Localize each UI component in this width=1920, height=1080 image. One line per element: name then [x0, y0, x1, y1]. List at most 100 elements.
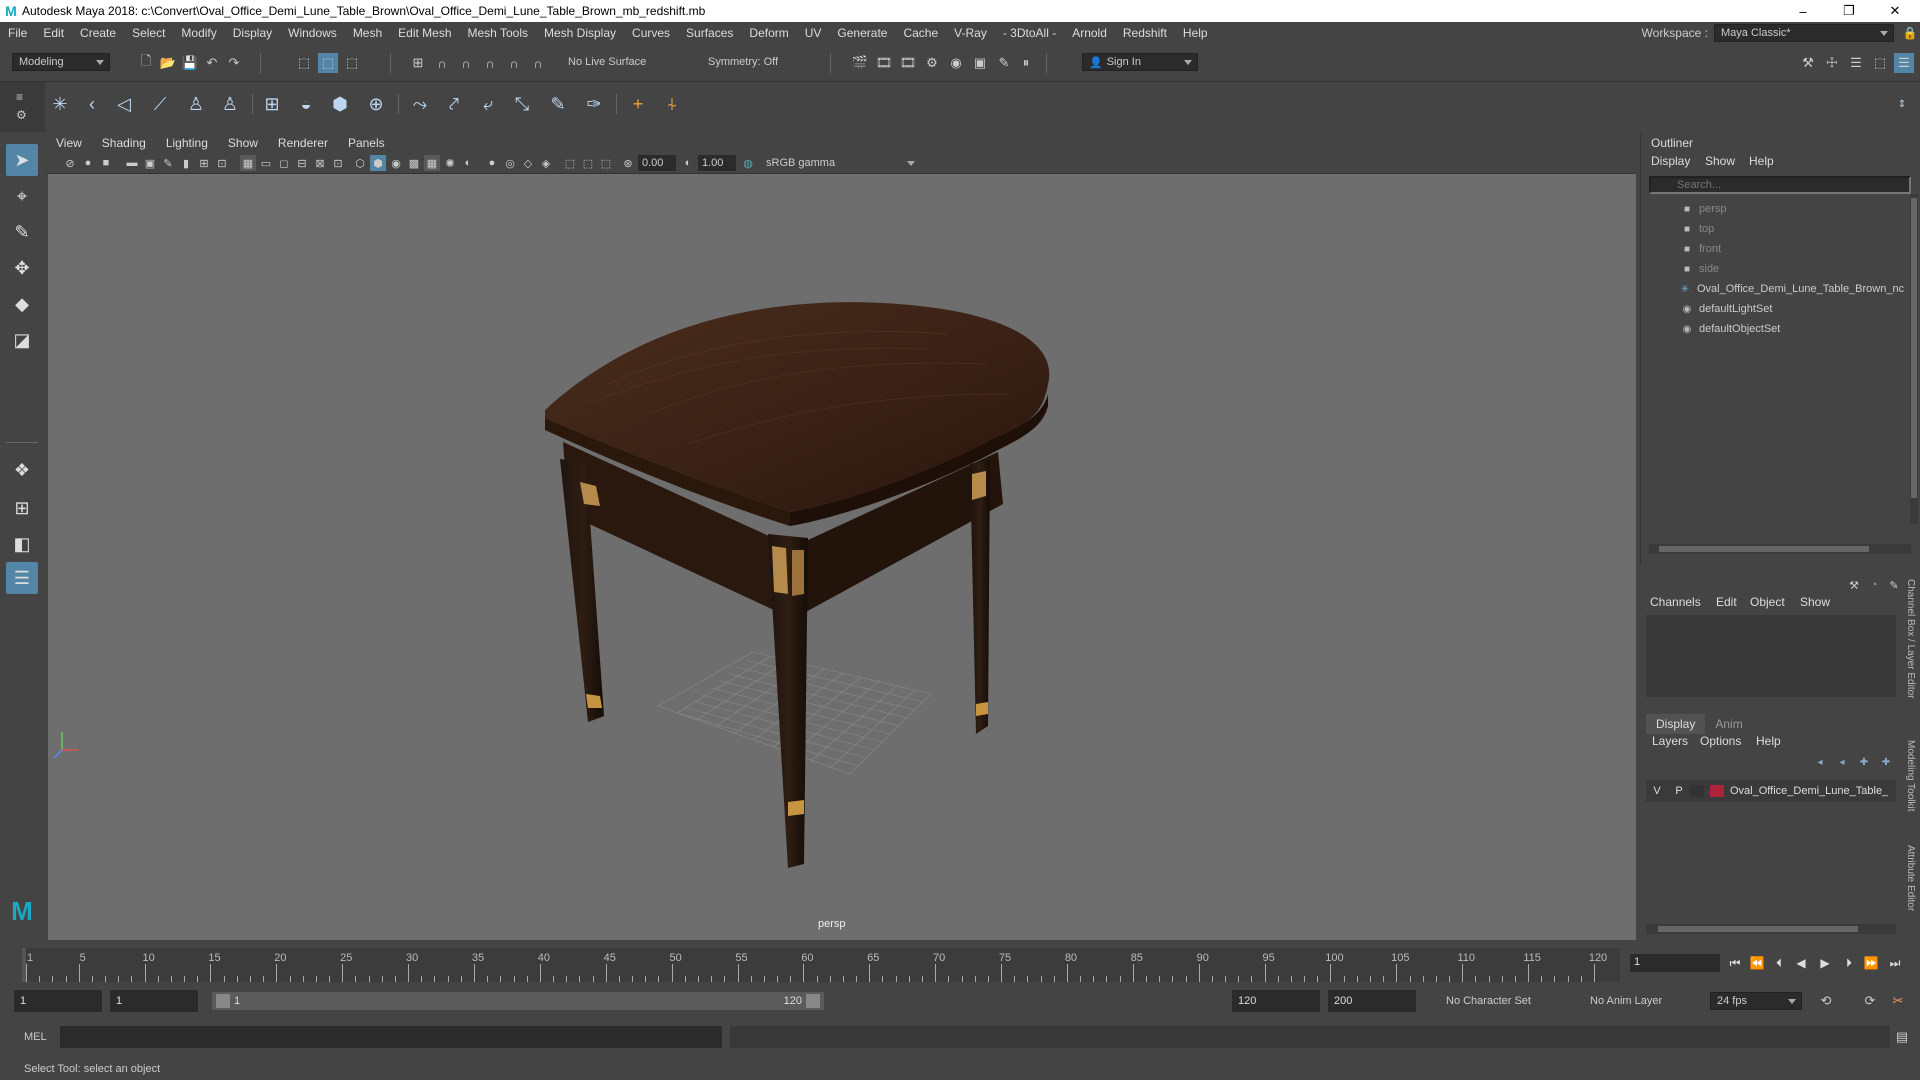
- tab-display[interactable]: Display: [1646, 714, 1706, 734]
- layers-hscrollbar[interactable]: [1646, 924, 1896, 934]
- menu-uv[interactable]: UV: [797, 26, 830, 40]
- outliner-menu-help[interactable]: Help: [1749, 154, 1774, 168]
- render-frame-icon[interactable]: 🎬: [850, 53, 870, 73]
- gamma-icon[interactable]: ◐: [680, 155, 696, 171]
- snap-point-icon[interactable]: ∩: [456, 53, 476, 73]
- outliner-menu-show[interactable]: Show: [1705, 154, 1735, 168]
- maximize-button[interactable]: ❐: [1826, 0, 1872, 22]
- go-to-end-icon[interactable]: ⏭: [1886, 954, 1904, 972]
- shelf-tab-handle[interactable]: ≡ ⚙: [0, 82, 45, 132]
- menu-curves[interactable]: Curves: [624, 26, 678, 40]
- menu-mesh-tools[interactable]: Mesh Tools: [460, 26, 536, 40]
- ambient-occlusion-icon[interactable]: ◐: [460, 155, 476, 171]
- cluster-icon[interactable]: ⊞: [258, 90, 286, 118]
- select-object-icon[interactable]: ⬚: [318, 53, 338, 73]
- snap-view-icon[interactable]: ∩: [480, 53, 500, 73]
- save-scene-icon[interactable]: 💾: [180, 53, 200, 73]
- close-button[interactable]: ✕: [1872, 0, 1918, 22]
- camera-bookmark-icon[interactable]: ▮: [178, 155, 194, 171]
- script-editor-icon[interactable]: ▤: [1892, 1027, 1912, 1047]
- channel-box-lock-icon[interactable]: ⚒: [1844, 575, 1864, 595]
- current-frame-field[interactable]: 1: [1630, 954, 1720, 972]
- create-locator-icon[interactable]: ✳: [46, 90, 74, 118]
- grease-pencil-icon[interactable]: ✎: [160, 155, 176, 171]
- viewport-menu-panels[interactable]: Panels: [338, 136, 395, 150]
- snap-curve-icon[interactable]: ∩: [432, 53, 452, 73]
- command-input[interactable]: [60, 1026, 722, 1048]
- menu-generate[interactable]: Generate: [829, 26, 895, 40]
- attribute-editor-toggle-icon[interactable]: ☰: [1846, 53, 1866, 73]
- textured-icon[interactable]: ▩: [406, 155, 422, 171]
- outliner-vscrollbar[interactable]: [1910, 194, 1918, 524]
- safe-title-icon[interactable]: ⊡: [330, 155, 346, 171]
- fps-dropdown[interactable]: 24 fps: [1710, 992, 1802, 1010]
- menu-cache[interactable]: Cache: [895, 26, 946, 40]
- outliner-item[interactable]: ■ persp: [1681, 200, 1911, 218]
- play-backward-icon[interactable]: ◀: [1792, 954, 1810, 972]
- animation-start-field[interactable]: 1: [14, 990, 102, 1012]
- hypershade-icon[interactable]: ◉: [946, 53, 966, 73]
- script-language-label[interactable]: MEL: [24, 1031, 47, 1043]
- open-scene-icon[interactable]: 📂: [158, 53, 178, 73]
- playback-end-field[interactable]: 120: [1232, 990, 1320, 1012]
- channel-menu-show[interactable]: Show: [1800, 595, 1830, 609]
- move-tool-icon[interactable]: ✥: [6, 252, 38, 284]
- layer-playback-toggle[interactable]: P: [1668, 785, 1690, 797]
- layer-type-toggle[interactable]: [1690, 785, 1704, 797]
- menu-edit[interactable]: Edit: [35, 26, 72, 40]
- two-view-layout-icon[interactable]: ◧: [6, 528, 38, 560]
- constraint-aim-icon[interactable]: ⍭: [658, 90, 686, 118]
- outliner-item[interactable]: ◉ defaultLightSet: [1681, 300, 1911, 318]
- channel-menu-channels[interactable]: Channels: [1650, 595, 1701, 609]
- bind-skin-icon[interactable]: ⟋: [146, 90, 174, 118]
- color-management-icon[interactable]: ◍: [740, 155, 756, 171]
- menu-3dtoall[interactable]: - 3DtoAll -: [995, 26, 1064, 40]
- motion-blur-icon[interactable]: ●: [484, 155, 500, 171]
- viewport-3d[interactable]: persp: [48, 174, 1636, 940]
- minimize-button[interactable]: –: [1780, 0, 1826, 22]
- channel-box-toggle-icon[interactable]: ☰: [1894, 53, 1914, 73]
- auto-key-icon[interactable]: ⟳: [1860, 991, 1880, 1011]
- menu-create[interactable]: Create: [72, 26, 124, 40]
- menu-display[interactable]: Display: [225, 26, 280, 40]
- gate-mask-icon[interactable]: ◻: [276, 155, 292, 171]
- xray-components-icon[interactable]: ⬚: [598, 155, 614, 171]
- isolate-select-icon[interactable]: ◈: [538, 155, 554, 171]
- shadows-icon[interactable]: ✺: [442, 155, 458, 171]
- workspace-dropdown[interactable]: Maya Classic*: [1714, 24, 1894, 42]
- side-tab-channel-box[interactable]: Channel Box / Layer Editor: [1905, 579, 1916, 699]
- outliner-search-input[interactable]: [1649, 176, 1911, 194]
- outliner-item[interactable]: ■ side: [1681, 260, 1911, 278]
- rotate-tool-icon[interactable]: ◆: [6, 288, 38, 320]
- menu-arnold[interactable]: Arnold: [1064, 26, 1115, 40]
- menu-redshift[interactable]: Redshift: [1115, 26, 1175, 40]
- menu-v-ray[interactable]: V-Ray: [946, 26, 995, 40]
- select-hierarchy-icon[interactable]: ⬚: [294, 53, 314, 73]
- range-slider[interactable]: 1 120: [212, 992, 824, 1010]
- step-forward-frame-icon[interactable]: ⏵: [1840, 954, 1858, 972]
- wireframe-on-shaded-icon[interactable]: ◉: [388, 155, 404, 171]
- sculpt-deformer-icon[interactable]: ⊕: [362, 90, 390, 118]
- move-layer-down-icon[interactable]: ◂: [1832, 752, 1852, 772]
- viewport-menu-show[interactable]: Show: [218, 136, 268, 150]
- shelf-settings-icon[interactable]: ⚙: [16, 108, 27, 122]
- channel-box-edit-icon[interactable]: ✎: [1884, 575, 1904, 595]
- paint-weights-icon[interactable]: ✎: [544, 90, 572, 118]
- viewport-menu-renderer[interactable]: Renderer: [268, 136, 338, 150]
- connect-joint-icon[interactable]: ⤶: [474, 90, 502, 118]
- layer-row[interactable]: V P Oval_Office_Demi_Lune_Table_: [1646, 780, 1896, 802]
- 2d-pan-zoom-icon[interactable]: ▣: [142, 155, 158, 171]
- layer-color-swatch[interactable]: [1710, 785, 1724, 797]
- go-to-start-icon[interactable]: ⏮: [1726, 954, 1744, 972]
- play-forward-icon[interactable]: ▶: [1816, 954, 1834, 972]
- human-ik-icon[interactable]: ♙: [216, 90, 244, 118]
- menu-modify[interactable]: Modify: [173, 26, 224, 40]
- tab-anim[interactable]: Anim: [1705, 714, 1752, 734]
- single-perspective-layout-icon[interactable]: ❖: [6, 454, 38, 486]
- mode-dropdown[interactable]: Modeling: [12, 53, 110, 71]
- new-layer-icon[interactable]: ✚: [1854, 752, 1874, 772]
- step-back-key-icon[interactable]: ⏪: [1748, 954, 1766, 972]
- modeling-toolkit-toggle-icon[interactable]: ⚒: [1798, 53, 1818, 73]
- viewport-menu-lighting[interactable]: Lighting: [156, 136, 218, 150]
- select-tool-icon[interactable]: ➤: [6, 144, 38, 176]
